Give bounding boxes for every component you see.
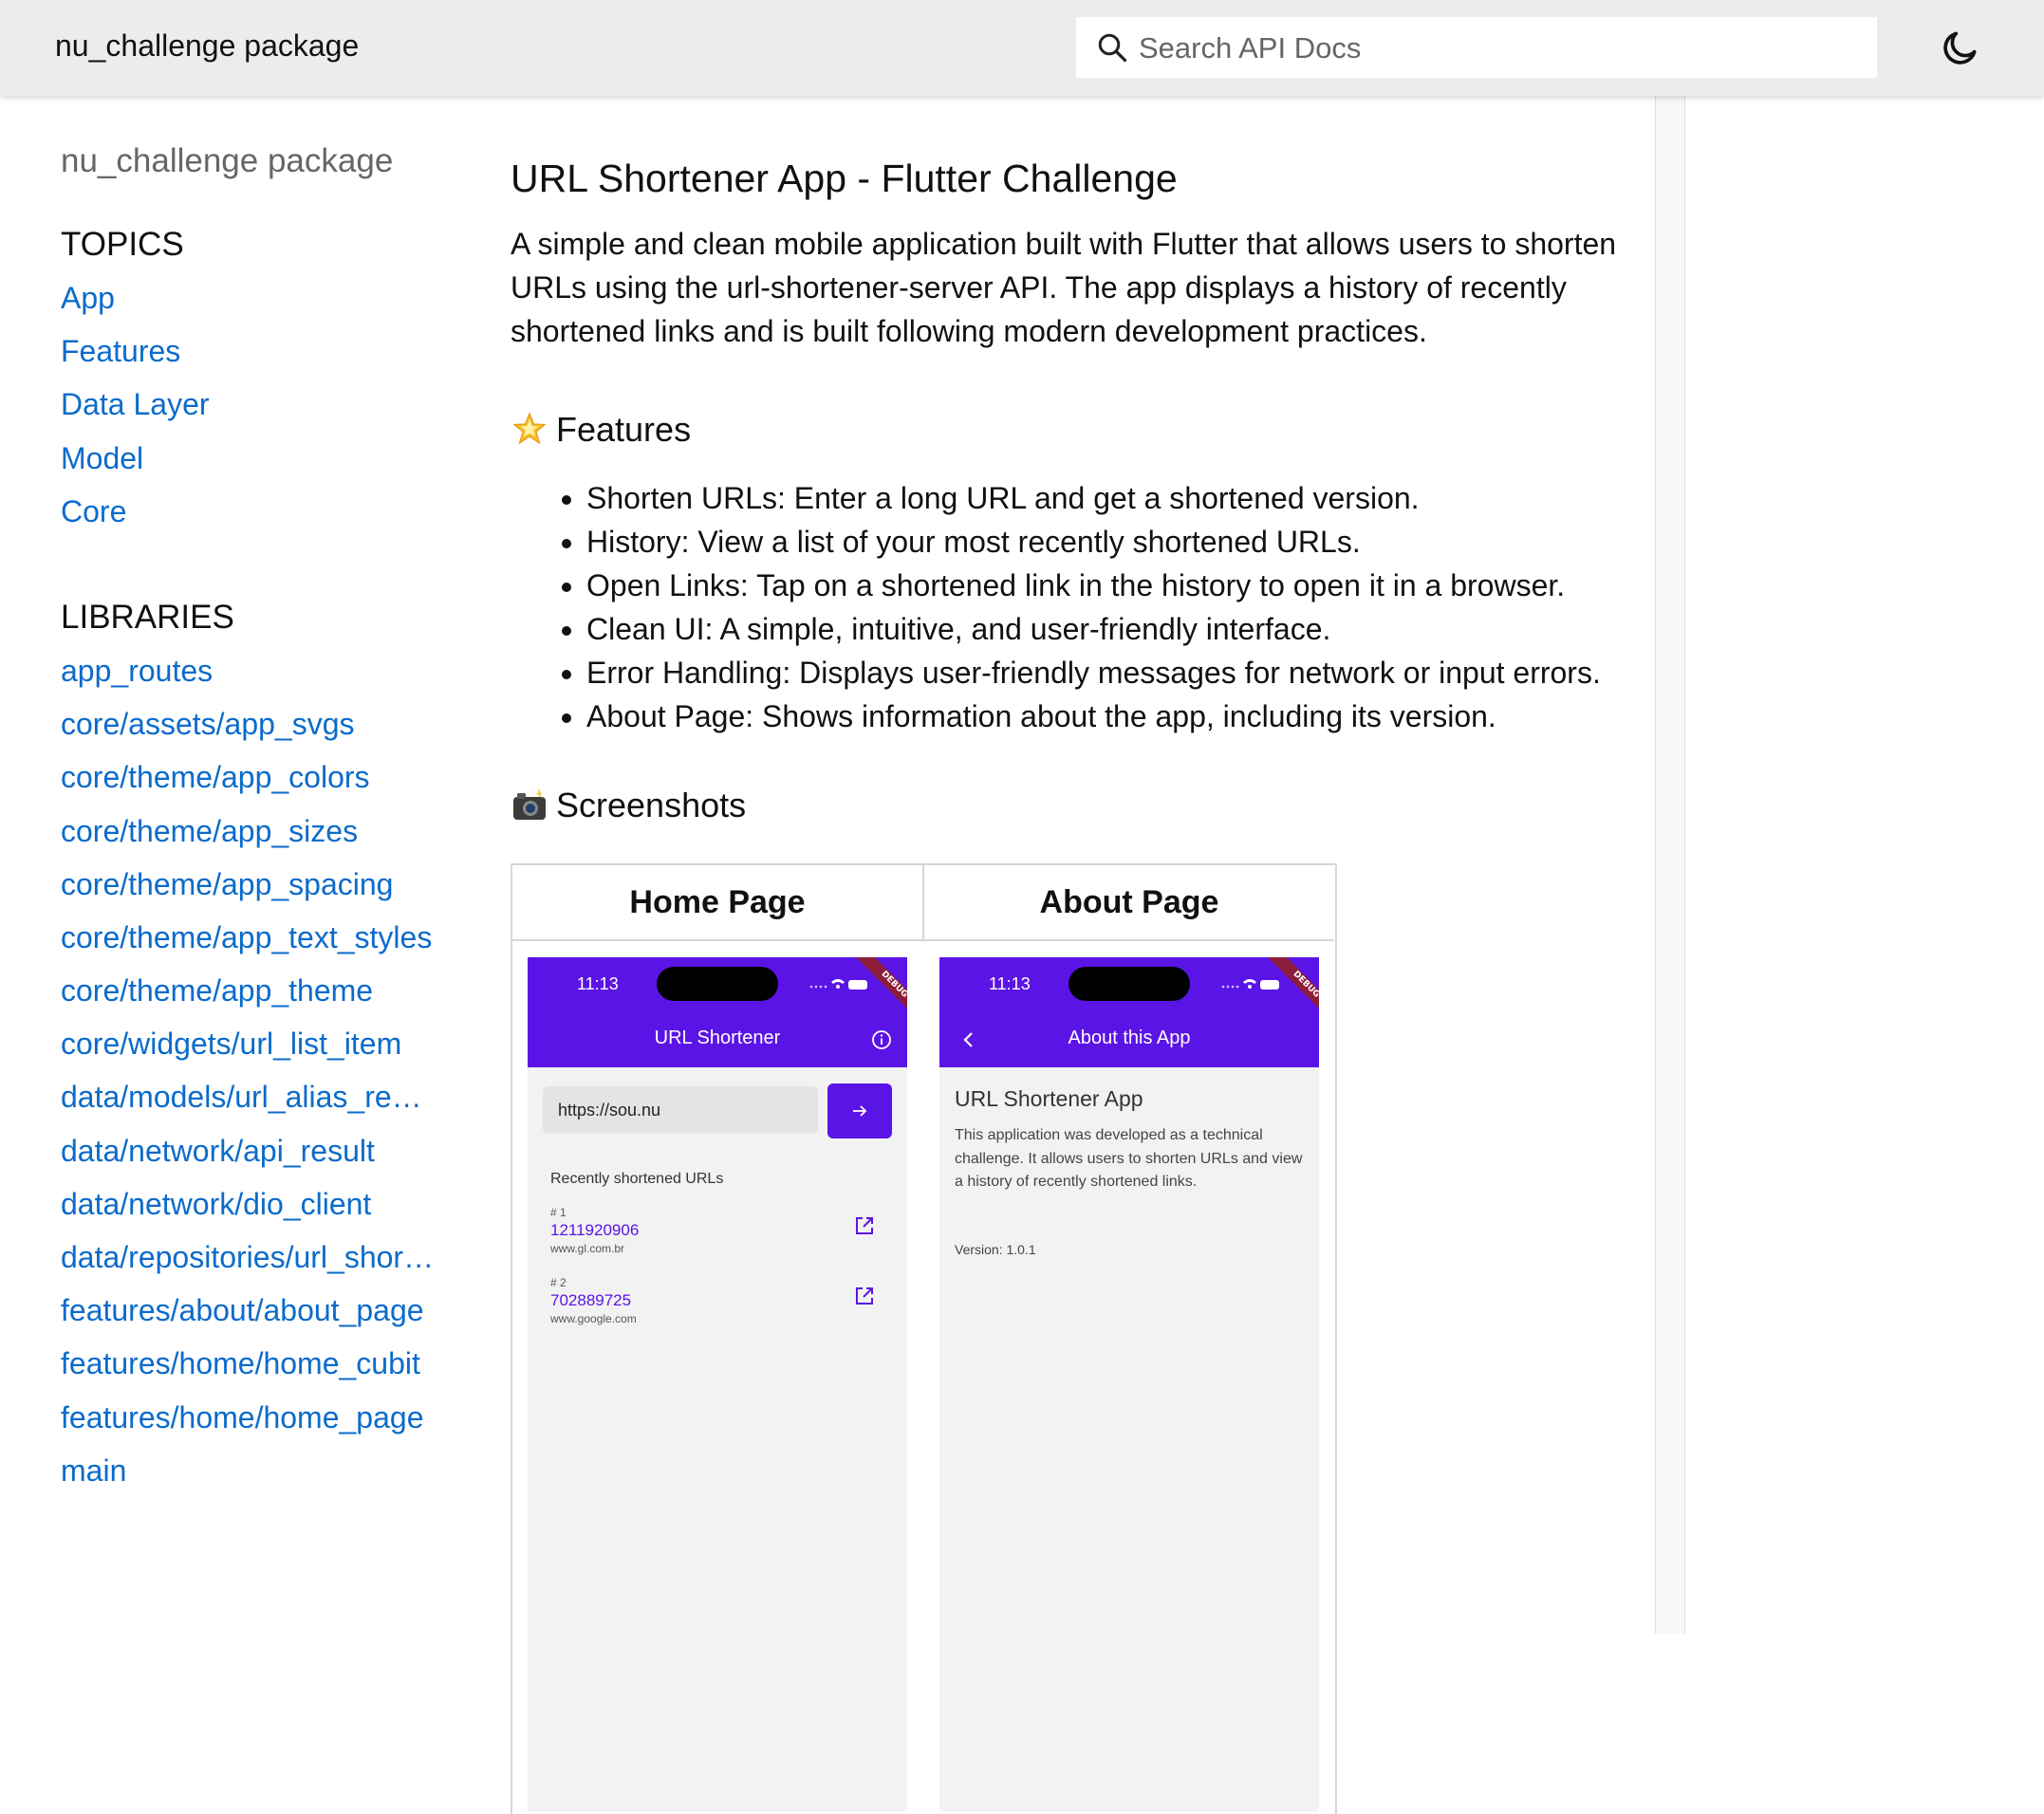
debug-banner: DEBUG bbox=[856, 957, 907, 1009]
feature-item: Clean UI: A simple, intuitive, and user-… bbox=[586, 607, 1630, 651]
library-link[interactable]: data/repositories/url_shor… bbox=[61, 1231, 440, 1284]
table-header-home-page: Home Page bbox=[512, 865, 924, 941]
shorten-button[interactable] bbox=[827, 1083, 892, 1138]
library-link[interactable]: data/network/api_result bbox=[61, 1124, 440, 1177]
feature-item: Shorten URLs: Enter a long URL and get a… bbox=[586, 476, 1630, 520]
features-heading: Features bbox=[511, 410, 1630, 450]
feature-item: Error Handling: Displays user-friendly m… bbox=[586, 651, 1630, 694]
library-link[interactable]: features/about/about_page bbox=[61, 1284, 440, 1337]
screenshots-heading-text: Screenshots bbox=[556, 786, 747, 824]
main-content: URL Shortener App - Flutter Challenge A … bbox=[511, 157, 1630, 1814]
open-external-icon[interactable] bbox=[854, 1215, 875, 1236]
feature-item: History: View a list of your most recent… bbox=[586, 520, 1630, 564]
sidebar-title: nu_challenge package bbox=[61, 142, 394, 179]
feature-item: Open Links: Tap on a shortened link in t… bbox=[586, 564, 1630, 607]
arrow-right-icon bbox=[853, 1105, 867, 1117]
library-link[interactable]: data/models/url_alias_re… bbox=[61, 1070, 440, 1123]
top-header: nu_challenge package bbox=[0, 0, 2044, 96]
app-version: Version: 1.0.1 bbox=[955, 1242, 1036, 1257]
list-item[interactable]: # 1 1211920906 www.gl.com.br bbox=[550, 1206, 892, 1263]
feature-item: About Page: Shows information about the … bbox=[586, 694, 1630, 738]
library-link[interactable]: core/assets/app_svgs bbox=[61, 697, 440, 750]
features-list: Shorten URLs: Enter a long URL and get a… bbox=[511, 476, 1630, 738]
topic-link-model[interactable]: Model bbox=[61, 432, 440, 485]
library-link[interactable]: data/network/dio_client bbox=[61, 1177, 440, 1231]
app-bar: 11:13 DEBUG About this App bbox=[939, 957, 1319, 1067]
info-icon[interactable] bbox=[871, 1029, 892, 1050]
table-header-about-page: About Page bbox=[924, 865, 1334, 941]
library-link[interactable]: core/theme/app_text_styles bbox=[61, 911, 440, 964]
screenshots-table: Home Page About Page 11:13 DEBUG URL Sho… bbox=[511, 863, 1337, 1814]
library-link[interactable]: core/theme/app_spacing bbox=[61, 858, 440, 911]
about-page-screenshot: 11:13 DEBUG About this App URL Shortener bbox=[939, 957, 1319, 1811]
glowing-star-icon bbox=[512, 412, 547, 445]
topic-link-features[interactable]: Features bbox=[61, 324, 440, 378]
dark-mode-moon-icon[interactable] bbox=[1940, 27, 1981, 68]
topic-link-core[interactable]: Core bbox=[61, 485, 440, 538]
open-external-icon[interactable] bbox=[854, 1286, 875, 1306]
library-link[interactable]: main bbox=[61, 1444, 440, 1497]
item-alias: 702889725 bbox=[550, 1291, 632, 1309]
page-title: URL Shortener App - Flutter Challenge bbox=[511, 157, 1178, 200]
libraries-list: app_routes core/assets/app_svgs core/the… bbox=[61, 644, 459, 1497]
topic-link-data-layer[interactable]: Data Layer bbox=[61, 378, 440, 431]
app-bar-title: About this App bbox=[1068, 1027, 1191, 1048]
item-original-url: www.google.com bbox=[550, 1312, 637, 1325]
search-input[interactable] bbox=[1137, 25, 1862, 72]
right-sidebar-column bbox=[1655, 96, 1685, 1634]
library-link[interactable]: core/theme/app_colors bbox=[61, 750, 440, 804]
topics-list: App Features Data Layer Model Core bbox=[61, 271, 459, 538]
item-number: # 1 bbox=[550, 1206, 567, 1219]
app-bar: 11:13 DEBUG URL Shortener bbox=[528, 957, 907, 1067]
library-link[interactable]: app_routes bbox=[61, 644, 440, 697]
sidebar: nu_challenge package TOPICS App Features… bbox=[61, 142, 459, 1497]
intro-paragraph: A simple and clean mobile application bu… bbox=[511, 227, 1617, 348]
about-heading: URL Shortener App bbox=[955, 1086, 1143, 1111]
library-link[interactable]: core/theme/app_sizes bbox=[61, 805, 440, 858]
search-icon bbox=[1098, 33, 1127, 63]
libraries-heading: LIBRARIES bbox=[61, 598, 234, 636]
dynamic-island bbox=[657, 967, 778, 1001]
features-heading-text: Features bbox=[556, 410, 692, 449]
dynamic-island bbox=[1068, 967, 1190, 1001]
library-link[interactable]: core/widgets/url_list_item bbox=[61, 1017, 440, 1070]
app-bar-title: URL Shortener bbox=[654, 1027, 781, 1048]
recent-urls-title: Recently shortened URLs bbox=[550, 1171, 724, 1187]
package-title[interactable]: nu_challenge package bbox=[55, 28, 359, 64]
home-page-screenshot: 11:13 DEBUG URL Shortener https://sou.nu… bbox=[528, 957, 907, 1811]
about-description: This application was developed as a tech… bbox=[955, 1127, 1303, 1190]
library-link[interactable]: core/theme/app_theme bbox=[61, 964, 440, 1017]
item-original-url: www.gl.com.br bbox=[550, 1242, 625, 1255]
topics-heading: TOPICS bbox=[61, 226, 184, 263]
library-link[interactable]: features/home/home_page bbox=[61, 1391, 440, 1444]
debug-banner: DEBUG bbox=[1268, 957, 1319, 1009]
status-time: 11:13 bbox=[989, 974, 1031, 993]
list-item[interactable]: # 2 702889725 www.google.com bbox=[550, 1276, 892, 1333]
screenshots-heading: Screenshots bbox=[511, 786, 1630, 825]
library-link[interactable]: features/home/home_cubit bbox=[61, 1337, 440, 1390]
url-input[interactable]: https://sou.nu bbox=[543, 1086, 818, 1134]
camera-flash-icon bbox=[513, 788, 546, 820]
item-alias: 1211920906 bbox=[550, 1221, 640, 1239]
item-number: # 2 bbox=[550, 1276, 567, 1289]
topic-link-app[interactable]: App bbox=[61, 271, 440, 324]
search-box[interactable] bbox=[1076, 17, 1877, 78]
status-time: 11:13 bbox=[577, 974, 619, 993]
